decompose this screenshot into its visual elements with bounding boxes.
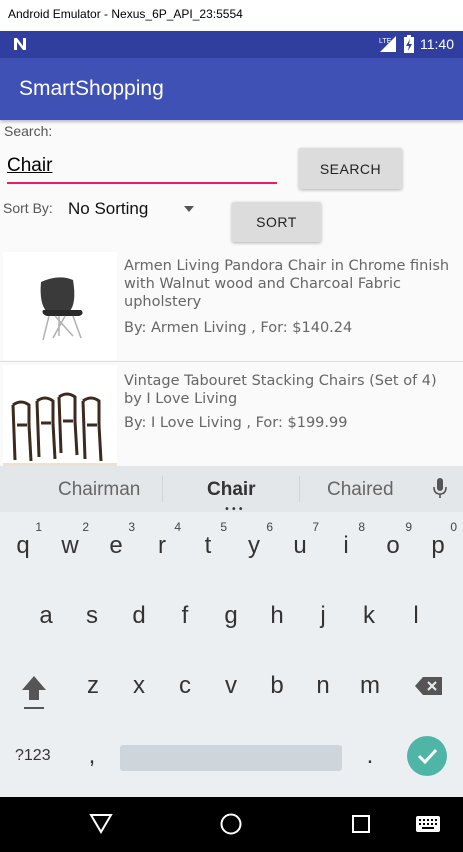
key-s[interactable]: s <box>73 602 111 652</box>
keyboard-switch-icon[interactable] <box>416 816 440 832</box>
navigation-bar <box>0 797 463 852</box>
key-n[interactable]: n <box>304 672 342 722</box>
key-p[interactable]: 0p <box>419 520 457 582</box>
product-image <box>3 252 117 360</box>
dropdown-caret-icon <box>184 206 194 212</box>
key-m[interactable]: m <box>351 672 389 722</box>
key-o[interactable]: 9o <box>374 520 412 582</box>
results-list: Armen Living Pandora Chair in Chrome fin… <box>0 252 463 466</box>
key-d[interactable]: d <box>120 602 158 652</box>
checkmark-icon <box>417 748 438 765</box>
microphone-icon[interactable] <box>432 477 448 501</box>
key-g[interactable]: g <box>212 602 250 652</box>
key-u[interactable]: 7u <box>281 520 319 582</box>
sort-label: Sort By: <box>3 200 53 216</box>
item-description: Vintage Tabouret Stacking Chairs (Set of… <box>124 373 437 407</box>
shift-icon[interactable] <box>20 672 48 712</box>
soft-keyboard: Chairman Chair ••• Chaired 1q 2w 3e 4r 5… <box>0 466 463 797</box>
battery-charging-icon <box>404 35 414 53</box>
enter-key[interactable] <box>407 736 447 776</box>
notification-n-icon <box>14 38 26 50</box>
suggestion-chair[interactable]: Chair <box>207 479 256 501</box>
window-title-bar: Android Emulator - Nexus_6P_API_23:5554 <box>0 0 463 32</box>
suggestion-chaired[interactable]: Chaired <box>327 479 394 501</box>
space-key[interactable] <box>120 745 342 771</box>
key-i[interactable]: 8i <box>327 520 365 582</box>
back-icon[interactable] <box>89 812 113 834</box>
product-image <box>3 365 117 466</box>
key-h[interactable]: h <box>258 602 296 652</box>
key-l[interactable]: l <box>397 602 435 652</box>
lte-signal-icon: LTE <box>379 36 396 52</box>
key-j[interactable]: j <box>304 602 342 652</box>
item-description: Armen Living Pandora Chair in Chrome fin… <box>124 258 450 310</box>
suggestion-chairman[interactable]: Chairman <box>58 479 140 501</box>
recents-icon[interactable] <box>351 814 371 834</box>
key-k[interactable]: k <box>350 602 388 652</box>
key-w[interactable]: 2w <box>51 520 89 582</box>
key-a[interactable]: a <box>27 602 65 652</box>
suggestion-separator <box>162 476 163 502</box>
key-y[interactable]: 6y <box>235 520 273 582</box>
suggestion-strip: Chairman Chair ••• Chaired <box>0 466 463 515</box>
key-q[interactable]: 1q <box>4 520 42 582</box>
app-bar: SmartShopping <box>0 58 463 120</box>
clock: 11:40 <box>420 36 454 52</box>
item-meta: By: I Love Living , For: $199.99 <box>124 415 348 431</box>
list-divider <box>0 361 463 362</box>
search-label: Search: <box>4 123 53 139</box>
key-t[interactable]: 5t <box>189 520 227 582</box>
status-bar: LTE 11:40 <box>0 31 463 58</box>
key-comma[interactable]: , <box>73 742 111 792</box>
sort-button[interactable]: SORT <box>232 202 321 242</box>
key-period[interactable]: . <box>351 742 389 792</box>
search-button[interactable]: SEARCH <box>299 148 402 189</box>
key-x[interactable]: x <box>120 672 158 722</box>
sort-selected-value: No Sorting <box>68 199 149 218</box>
search-input[interactable]: Chair <box>7 150 277 184</box>
item-meta: By: Armen Living , For: $140.24 <box>124 320 353 336</box>
key-r[interactable]: 4r <box>143 520 181 582</box>
key-z[interactable]: z <box>74 672 112 722</box>
emulator-frame: Android Emulator - Nexus_6P_API_23:5554 … <box>0 0 463 852</box>
key-f[interactable]: f <box>166 602 204 652</box>
key-b[interactable]: b <box>258 672 296 722</box>
home-icon[interactable] <box>219 812 243 836</box>
list-item[interactable]: Armen Living Pandora Chair in Chrome fin… <box>0 252 463 362</box>
more-suggestions-dots-icon: ••• <box>224 504 245 515</box>
sort-dropdown[interactable]: No Sorting <box>68 199 200 221</box>
window-title: Android Emulator - Nexus_6P_API_23:5554 <box>8 7 243 21</box>
key-e[interactable]: 3e <box>97 520 135 582</box>
lte-label: LTE <box>379 38 392 45</box>
symbols-key[interactable]: ?123 <box>15 747 51 765</box>
list-item[interactable]: Vintage Tabouret Stacking Chairs (Set of… <box>0 365 463 466</box>
key-v[interactable]: v <box>212 672 250 722</box>
suggestion-separator <box>299 476 300 502</box>
key-c[interactable]: c <box>166 672 204 722</box>
backspace-icon[interactable] <box>414 676 444 696</box>
app-title: SmartShopping <box>19 77 164 100</box>
